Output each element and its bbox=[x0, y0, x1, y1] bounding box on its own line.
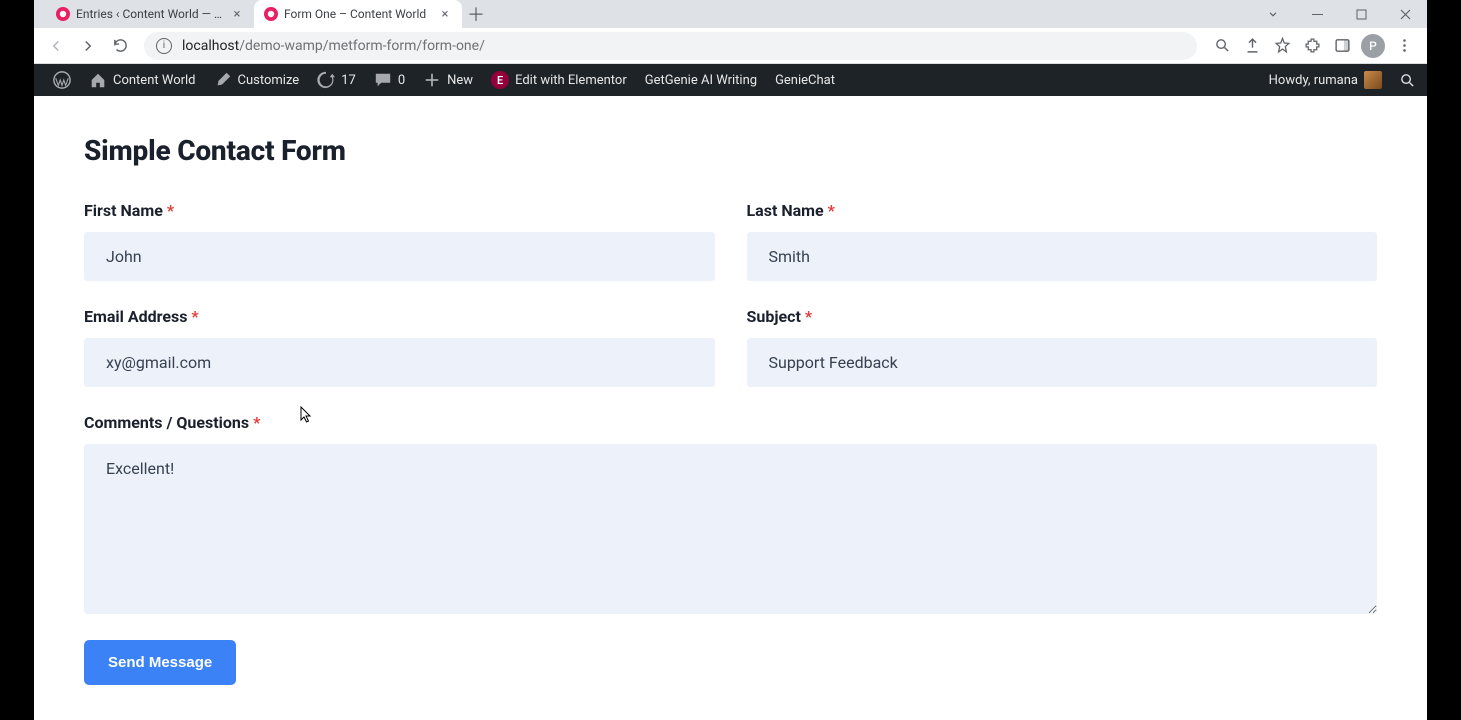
window-maximize-button[interactable] bbox=[1339, 0, 1383, 28]
url-text: localhost/demo-wamp/metform-form/form-on… bbox=[182, 38, 485, 54]
new-tab-button[interactable]: ＋ bbox=[462, 0, 490, 28]
zoom-icon[interactable] bbox=[1207, 31, 1237, 61]
window-controls bbox=[1251, 0, 1427, 28]
customize-label: Customize bbox=[238, 73, 300, 88]
send-message-button[interactable]: Send Message bbox=[84, 640, 236, 685]
comments-count: 0 bbox=[398, 73, 405, 88]
first-name-input[interactable] bbox=[84, 232, 715, 281]
email-label: Email Address * bbox=[84, 307, 715, 326]
site-info-icon[interactable]: i bbox=[156, 38, 172, 54]
wp-getgenie[interactable]: GetGenie AI Writing bbox=[636, 64, 766, 96]
new-label: New bbox=[447, 73, 473, 88]
forward-button[interactable] bbox=[74, 32, 102, 60]
browser-tab-entries[interactable]: Entries ‹ Content World — WordPress × bbox=[46, 0, 254, 28]
comment-icon bbox=[374, 71, 392, 89]
last-name-label: Last Name * bbox=[747, 201, 1378, 220]
wp-site-name[interactable]: Content World bbox=[80, 64, 205, 96]
wp-logo[interactable] bbox=[44, 64, 80, 96]
tab-favicon-icon bbox=[264, 7, 278, 21]
page-title: Simple Contact Form bbox=[84, 134, 1377, 167]
howdy-label: Howdy, rumana bbox=[1269, 73, 1358, 88]
reload-button[interactable] bbox=[106, 32, 134, 60]
browser-tab-form-one[interactable]: Form One – Content World × bbox=[254, 0, 462, 28]
wp-comments[interactable]: 0 bbox=[365, 64, 414, 96]
elementor-icon: E bbox=[491, 71, 509, 89]
extensions-icon[interactable] bbox=[1297, 31, 1327, 61]
side-panel-icon[interactable] bbox=[1327, 31, 1357, 61]
window-minimize-button[interactable] bbox=[1295, 0, 1339, 28]
wp-search-icon[interactable] bbox=[1397, 70, 1417, 90]
page-content: Simple Contact Form First Name * Last Na… bbox=[34, 96, 1427, 720]
getgenie-label: GetGenie AI Writing bbox=[645, 73, 757, 88]
wp-admin-bar: Content World Customize 17 0 New bbox=[34, 64, 1427, 96]
geniechat-label: GenieChat bbox=[775, 73, 835, 88]
back-button[interactable] bbox=[42, 32, 70, 60]
wp-customize[interactable]: Customize bbox=[205, 64, 309, 96]
wp-edit-elementor[interactable]: E Edit with Elementor bbox=[482, 64, 636, 96]
window-close-button[interactable] bbox=[1383, 0, 1427, 28]
subject-input[interactable] bbox=[747, 338, 1378, 387]
tab-favicon-icon bbox=[56, 7, 70, 21]
share-icon[interactable] bbox=[1237, 31, 1267, 61]
browser-address-bar: i localhost/demo-wamp/metform-form/form-… bbox=[34, 28, 1427, 64]
wp-updates[interactable]: 17 bbox=[308, 64, 365, 96]
subject-label: Subject * bbox=[747, 307, 1378, 326]
comments-label: Comments / Questions * bbox=[84, 413, 1377, 432]
edit-elementor-label: Edit with Elementor bbox=[515, 73, 627, 88]
site-name-label: Content World bbox=[113, 73, 196, 88]
wp-howdy[interactable]: Howdy, rumana bbox=[1260, 64, 1391, 96]
wp-geniechat[interactable]: GenieChat bbox=[766, 64, 844, 96]
comments-textarea[interactable] bbox=[84, 444, 1377, 614]
tab-close-icon[interactable]: × bbox=[230, 7, 244, 21]
profile-avatar[interactable]: P bbox=[1361, 34, 1385, 58]
tab-close-icon[interactable]: × bbox=[438, 7, 452, 21]
plus-icon bbox=[423, 71, 441, 89]
tab-title: Entries ‹ Content World — WordPress bbox=[76, 7, 224, 21]
bookmark-icon[interactable] bbox=[1267, 31, 1297, 61]
updates-count: 17 bbox=[341, 73, 356, 88]
home-icon bbox=[89, 71, 107, 89]
wp-new[interactable]: New bbox=[414, 64, 482, 96]
updates-icon bbox=[317, 71, 335, 89]
browser-tab-strip: Entries ‹ Content World — WordPress × Fo… bbox=[34, 0, 1427, 28]
last-name-input[interactable] bbox=[747, 232, 1378, 281]
url-input[interactable]: i localhost/demo-wamp/metform-form/form-… bbox=[144, 32, 1197, 60]
tabs-dropdown-icon[interactable] bbox=[1251, 0, 1295, 28]
first-name-label: First Name * bbox=[84, 201, 715, 220]
user-avatar-icon bbox=[1364, 71, 1382, 89]
brush-icon bbox=[214, 71, 232, 89]
tab-title: Form One – Content World bbox=[284, 7, 432, 21]
browser-menu-icon[interactable] bbox=[1389, 31, 1419, 61]
email-input[interactable] bbox=[84, 338, 715, 387]
